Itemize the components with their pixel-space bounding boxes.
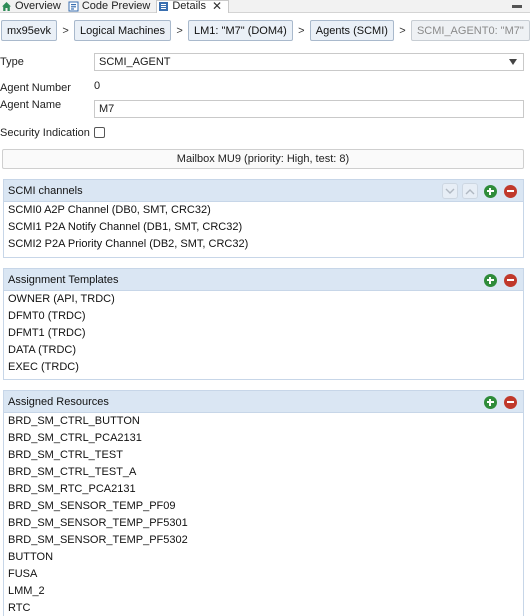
assignment-templates-title: Assignment Templates — [8, 273, 119, 286]
list-item[interactable]: BRD_SM_RTC_PCA2131 — [4, 481, 523, 498]
list-item[interactable]: OWNER (API, TRDC) — [4, 291, 523, 308]
assigned-resources-header: Assigned Resources — [4, 391, 523, 413]
breadcrumb-separator: > — [62, 24, 69, 37]
add-channel-button[interactable] — [482, 183, 498, 199]
remove-template-button[interactable] — [502, 272, 518, 288]
breadcrumb-item[interactable]: Agents (SCMI) — [309, 20, 394, 41]
list-item[interactable]: FUSA — [4, 566, 523, 583]
chevron-down-icon — [509, 59, 517, 65]
add-template-button[interactable] — [482, 272, 498, 288]
security-row: Security Indication — [0, 126, 530, 140]
breadcrumb: mx95evk > Logical Machines > LM1: "M7" (… — [0, 20, 530, 41]
tab-overview[interactable]: Overview — [0, 0, 67, 13]
breadcrumb-item[interactable]: LM1: "M7" (DOM4) — [188, 20, 293, 41]
details-icon — [158, 1, 169, 12]
tab-details-label: Details — [172, 0, 206, 12]
mailbox-button[interactable]: Mailbox MU9 (priority: High, test: 8) — [2, 149, 524, 169]
list-item[interactable]: BRD_SM_CTRL_TEST_A — [4, 464, 523, 481]
type-select-value: SCMI_AGENT — [99, 56, 171, 68]
remove-icon — [503, 184, 517, 198]
list-item[interactable]: SCMI2 P2A Priority Channel (DB2, SMT, CR… — [4, 236, 523, 253]
chevron-down-icon — [445, 188, 455, 194]
assigned-resources-panel: Assigned Resources BRD_SM_CTRL_BUTTON BR… — [3, 390, 524, 616]
assignment-templates-header: Assignment Templates — [4, 269, 523, 291]
breadcrumb-item-current[interactable]: SCMI_AGENT0: "M7" — [410, 20, 530, 41]
list-item[interactable]: BRD_SM_SENSOR_TEMP_PF5302 — [4, 532, 523, 549]
add-resource-button[interactable] — [482, 394, 498, 410]
type-label: Type — [0, 56, 24, 68]
breadcrumb-separator: > — [176, 24, 183, 37]
list-item[interactable]: BRD_SM_SENSOR_TEMP_PF09 — [4, 498, 523, 515]
scmi-channels-header: SCMI channels — [4, 180, 523, 202]
home-icon — [1, 1, 12, 12]
remove-channel-button[interactable] — [502, 183, 518, 199]
scmi-channels-panel: SCMI channels SCMI0 A2P Channel (DB0, SM… — [3, 179, 524, 258]
minimize-icon[interactable]: ▬ — [512, 0, 522, 11]
scmi-channels-title: SCMI channels — [8, 184, 83, 197]
list-item[interactable]: BRD_SM_SENSOR_TEMP_PF5301 — [4, 515, 523, 532]
tab-code-preview[interactable]: Code Preview — [67, 0, 156, 13]
security-indication-label: Security Indication — [0, 127, 90, 139]
list-item[interactable]: BRD_SM_CTRL_PCA2131 — [4, 430, 523, 447]
list-item[interactable]: DFMT0 (TRDC) — [4, 308, 523, 325]
agent-name-row: Agent Name M7 — [0, 99, 530, 118]
type-select[interactable]: SCMI_AGENT — [94, 53, 524, 71]
security-indication-checkbox[interactable] — [94, 127, 105, 138]
list-item[interactable]: BUTTON — [4, 549, 523, 566]
list-item[interactable]: EXEC (TRDC) — [4, 359, 523, 376]
agent-number-label: Agent Number — [0, 81, 71, 94]
chevron-up-icon — [465, 188, 475, 194]
list-item[interactable]: RTC — [4, 600, 523, 616]
assignment-templates-panel: Assignment Templates OWNER (API, TRDC) D… — [3, 268, 524, 380]
agent-number-value: 0 — [94, 80, 101, 92]
close-icon[interactable]: ✕ — [212, 0, 222, 12]
list-item[interactable]: BRD_SM_CTRL_BUTTON — [4, 413, 523, 430]
list-item[interactable]: SCMI1 P2A Notify Channel (DB1, SMT, CRC3… — [4, 219, 523, 236]
tab-details[interactable]: Details ✕ — [156, 0, 230, 13]
list-item[interactable]: BRD_SM_CTRL_TEST — [4, 447, 523, 464]
remove-resource-button[interactable] — [502, 394, 518, 410]
move-down-button[interactable] — [442, 183, 458, 199]
type-row: Type SCMI_AGENT — [0, 53, 530, 71]
breadcrumb-item[interactable]: mx95evk — [1, 20, 58, 41]
code-icon — [68, 1, 79, 12]
agent-number-row: Agent Number 0 — [0, 80, 530, 95]
list-item[interactable]: LMM_2 — [4, 583, 523, 600]
move-up-button[interactable] — [462, 183, 478, 199]
tab-code-preview-label: Code Preview — [81, 0, 151, 12]
assigned-resources-title: Assigned Resources — [8, 395, 109, 408]
breadcrumb-item[interactable]: Logical Machines — [74, 20, 172, 41]
breadcrumb-separator: > — [399, 24, 406, 37]
list-item[interactable]: DATA (TRDC) — [4, 342, 523, 359]
editor-tab-bar: Overview Code Preview Details ✕ ▬ — [0, 0, 530, 13]
breadcrumb-separator: > — [298, 24, 305, 37]
agent-name-label: Agent Name — [0, 99, 62, 111]
list-item[interactable]: DFMT1 (TRDC) — [4, 325, 523, 342]
remove-icon — [503, 273, 517, 287]
tab-overview-label: Overview — [15, 0, 61, 12]
add-icon — [483, 184, 497, 198]
remove-icon — [503, 395, 517, 409]
add-icon — [483, 395, 497, 409]
add-icon — [483, 273, 497, 287]
list-item[interactable]: SCMI0 A2P Channel (DB0, SMT, CRC32) — [4, 202, 523, 219]
agent-name-field[interactable]: M7 — [94, 100, 524, 118]
agent-name-value: M7 — [99, 103, 115, 115]
